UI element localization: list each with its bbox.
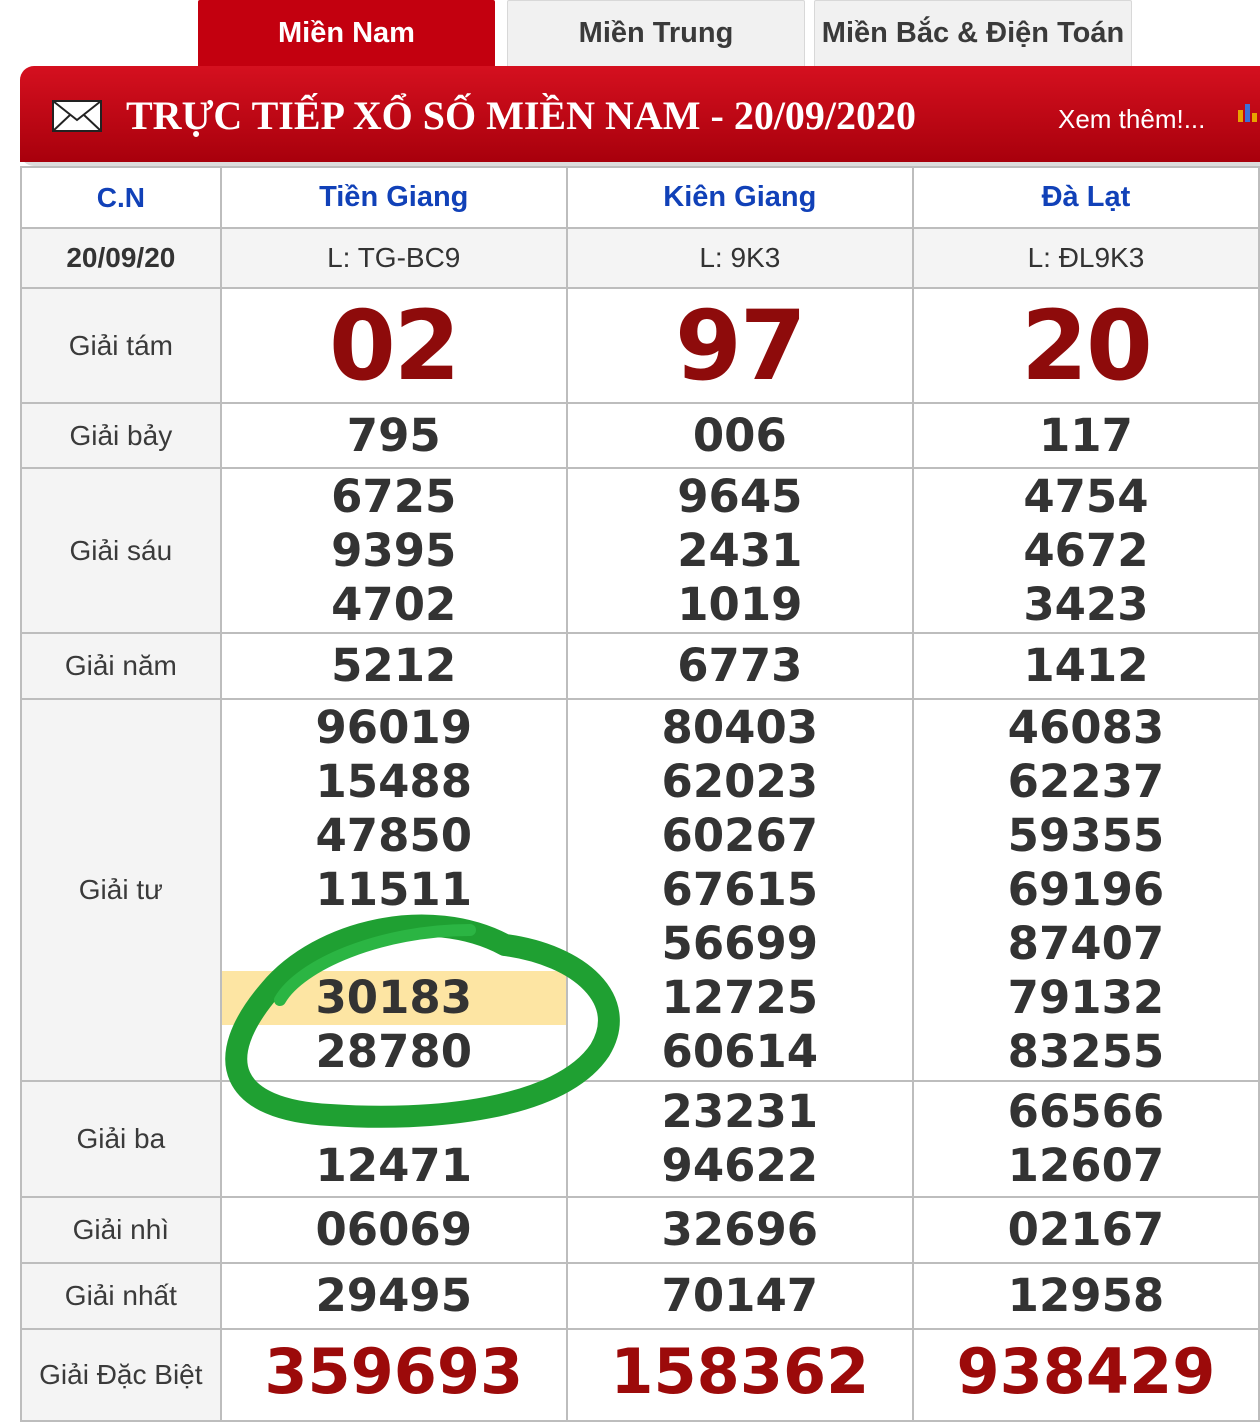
prize-number: 6773	[677, 639, 803, 692]
prize-label: Giải Đặc Biệt	[39, 1359, 203, 1390]
prize-row-special: Giải Đặc Biệt 359693 158362 938429	[20, 1328, 1260, 1422]
prize-number: 2431	[677, 523, 803, 577]
ticket-code: L: ĐL9K3	[1027, 242, 1145, 273]
prize-number: 59355	[1007, 809, 1165, 862]
prize-label: Giải nhất	[64, 1280, 177, 1311]
prize-number: 47850	[315, 809, 473, 862]
prize-number: 94622	[661, 1139, 819, 1192]
prize-number: 02167	[1007, 1203, 1165, 1256]
prize-number	[222, 917, 566, 971]
prize-number: 1019	[677, 577, 803, 631]
bar-chart-icon[interactable]	[1236, 100, 1260, 124]
prize-number: 3423	[1023, 577, 1149, 631]
prize-number: 32696	[661, 1203, 819, 1256]
province-header-row: C.N Tiền Giang Kiên Giang Đà Lạt	[20, 166, 1260, 229]
prize-row-g8: Giải tám 02 97 20	[20, 287, 1260, 404]
prize-label: Giải tám	[68, 329, 173, 361]
prize-number: 15488	[315, 755, 473, 808]
prize-number: 12725	[661, 971, 819, 1024]
prize-number: 83255	[1007, 1025, 1165, 1078]
province-kien-giang[interactable]: Kiên Giang	[663, 181, 816, 213]
prize-number: 1412	[1023, 639, 1149, 692]
prize-label: Giải nhì	[72, 1214, 170, 1245]
prize-number: 62023	[661, 755, 819, 808]
prize-number: 62237	[1007, 755, 1165, 808]
prize-label: Giải tư	[78, 874, 163, 905]
prize-number: 28780	[315, 1025, 473, 1078]
prize-row-g4: Giải tư 96019 15488 47850 11511 30183 28…	[20, 698, 1260, 1082]
prize-label: Giải bảy	[69, 419, 173, 451]
prize-number: 6725	[331, 469, 457, 523]
prize-number: 87407	[1007, 917, 1165, 970]
prize-number: 4672	[1023, 523, 1149, 577]
prize-number: 12607	[1007, 1139, 1165, 1192]
special-prize-number: 359693	[264, 1335, 524, 1408]
prize-number: 96019	[315, 701, 473, 754]
mail-icon	[52, 100, 102, 132]
prize-number: 80403	[661, 701, 819, 754]
province-tien-giang[interactable]: Tiền Giang	[319, 181, 468, 213]
prize-number: 23231	[661, 1085, 819, 1138]
special-prize-number: 938429	[956, 1335, 1216, 1408]
page-title: TRỰC TIẾP XỔ SỐ MIỀN NAM - 20/09/2020	[126, 93, 917, 138]
prize-number	[222, 1085, 566, 1139]
ticket-code: L: 9K3	[699, 242, 781, 273]
ticket-code-row: 20/09/20 L: TG-BC9 L: 9K3 L: ĐL9K3	[20, 227, 1260, 289]
prize-label: Giải ba	[76, 1123, 166, 1154]
prize-number: 56699	[661, 917, 819, 970]
prize-number: 97	[675, 289, 807, 402]
prize-number: 12958	[1007, 1269, 1165, 1322]
prize-number: 795	[346, 408, 441, 462]
prize-row-g2: Giải nhì 06069 32696 02167	[20, 1196, 1260, 1264]
prize-number: 4754	[1023, 469, 1149, 523]
prize-number: 12471	[315, 1139, 473, 1192]
ticket-code: L: TG-BC9	[327, 242, 461, 273]
prize-number-highlighted: 30183	[221, 971, 566, 1025]
special-prize-number: 158362	[610, 1335, 870, 1408]
results-table: C.N Tiền Giang Kiên Giang Đà Lạt 20/09/2…	[20, 166, 1260, 1422]
prize-number: 46083	[1007, 701, 1165, 754]
prize-number: 02	[328, 289, 461, 402]
prize-number: 5212	[331, 639, 457, 692]
day-label: C.N	[96, 181, 145, 213]
prize-number: 11511	[315, 863, 473, 916]
prize-number: 117	[1038, 408, 1133, 462]
prize-label: Giải năm	[64, 650, 177, 681]
prize-row-g3: Giải ba 12471 23231 94622 66566 12607	[20, 1080, 1260, 1198]
prize-number: 29495	[315, 1269, 473, 1322]
province-da-lat[interactable]: Đà Lạt	[1042, 181, 1131, 213]
prize-number: 20	[1021, 289, 1153, 402]
see-more-link[interactable]: Xem thêm!...	[1058, 104, 1205, 135]
tab-mien-bac-dien-toan[interactable]: Miền Bắc & Điện Toán	[814, 0, 1132, 66]
prize-row-g5: Giải năm 5212 6773 1412	[20, 632, 1260, 700]
tab-mien-nam[interactable]: Miền Nam	[198, 0, 495, 66]
prize-number: 69196	[1007, 863, 1165, 916]
prize-number: 60267	[661, 809, 819, 862]
prize-number: 06069	[315, 1203, 473, 1256]
prize-row-g1: Giải nhất 29495 70147 12958	[20, 1262, 1260, 1330]
prize-number: 70147	[661, 1269, 819, 1322]
prize-number: 006	[692, 408, 787, 462]
prize-number: 79132	[1007, 971, 1165, 1024]
tab-mien-trung[interactable]: Miền Trung	[507, 0, 805, 66]
prize-number: 60614	[661, 1025, 819, 1078]
draw-date: 20/09/20	[66, 242, 176, 273]
prize-number: 9645	[677, 469, 803, 523]
prize-number: 66566	[1007, 1085, 1165, 1138]
prize-number: 9395	[331, 523, 457, 577]
prize-number: 4702	[331, 577, 457, 631]
prize-row-g7: Giải bảy 795 006 117	[20, 402, 1260, 469]
prize-row-g6: Giải sáu 6725 9395 4702 9645 2431 1019 4…	[20, 467, 1260, 634]
prize-number: 67615	[661, 863, 819, 916]
prize-label: Giải sáu	[69, 534, 173, 566]
region-tabs: Miền Nam Miền Trung Miền Bắc & Điện Toán	[0, 0, 1260, 66]
